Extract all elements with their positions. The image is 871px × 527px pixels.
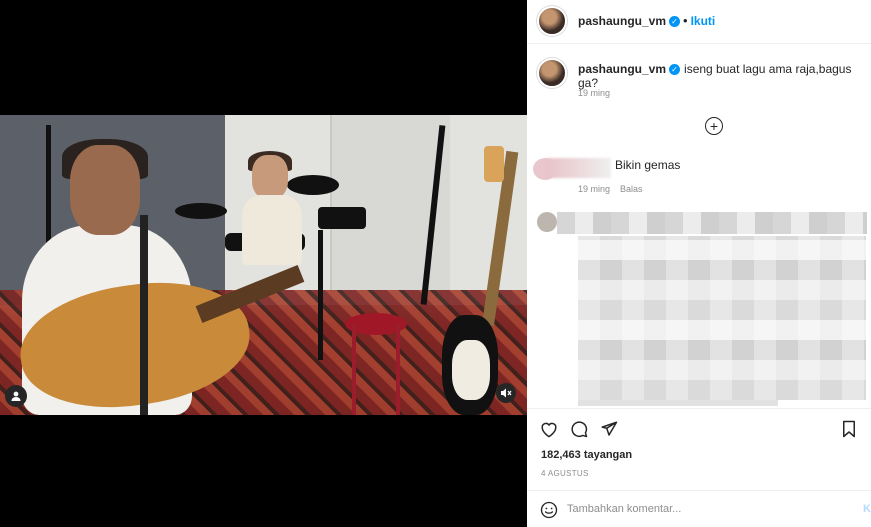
blurred-comment-body [578, 236, 866, 400]
blurred-comment-footer [578, 400, 778, 406]
blurred-comment-header [557, 212, 867, 234]
post-date[interactable]: 4 AGUSTUS [541, 469, 589, 478]
view-count[interactable]: 182,463 tayangan [541, 449, 632, 461]
drum-module [318, 207, 366, 229]
user-tag-icon[interactable] [5, 385, 27, 407]
drum-stand [318, 230, 323, 360]
child-drummer [242, 151, 302, 275]
muted-speaker-icon[interactable] [496, 383, 516, 403]
comment-avatar-blurred[interactable] [537, 212, 557, 232]
bookmark-icon[interactable] [839, 419, 859, 439]
blurred-username [547, 158, 611, 178]
caption-username[interactable]: pashaungu_vm [578, 62, 666, 76]
comment-timestamp[interactable]: 19 ming [578, 184, 610, 194]
media-pane [0, 0, 527, 527]
comment-input[interactable] [567, 503, 847, 515]
caption-timestamp[interactable]: 19 ming [578, 88, 610, 98]
comment-bar: K [527, 490, 871, 527]
comment-icon[interactable] [569, 419, 589, 439]
caption-avatar[interactable] [537, 58, 567, 88]
comment-text: Bikin gemas [615, 158, 681, 172]
post-comment-button[interactable]: K [863, 503, 871, 515]
header-user-row: pashaungu_vm ✓ • Ikuti [578, 13, 715, 28]
share-icon[interactable] [599, 419, 619, 439]
verified-badge-icon: ✓ [669, 64, 681, 76]
post-header: pashaungu_vm ✓ • Ikuti [527, 0, 871, 44]
red-stool-legs [352, 325, 400, 415]
username-link[interactable]: pashaungu_vm [578, 14, 666, 28]
heart-icon[interactable] [539, 419, 559, 439]
mic-stand [140, 215, 148, 415]
post-caption: pashaungu_vm ✓ iseng buat lagu ama raja,ba… [578, 62, 871, 90]
emoji-icon[interactable] [539, 500, 559, 520]
side-panel: pashaungu_vm ✓ • Ikuti pashaungu_vm ✓ iseng b… [527, 0, 871, 527]
add-circle-icon[interactable]: + [705, 117, 723, 135]
avatar[interactable] [537, 6, 567, 36]
reply-button[interactable]: Balas [620, 184, 643, 194]
follow-button[interactable]: Ikuti [691, 14, 716, 28]
verified-badge-icon: ✓ [669, 16, 681, 28]
bass-guitar [442, 146, 519, 415]
action-bar [527, 408, 871, 448]
post-viewer: pashaungu_vm ✓ • Ikuti pashaungu_vm ✓ iseng b… [0, 0, 871, 527]
separator-dot: • [683, 13, 688, 28]
video-player[interactable] [0, 115, 527, 415]
